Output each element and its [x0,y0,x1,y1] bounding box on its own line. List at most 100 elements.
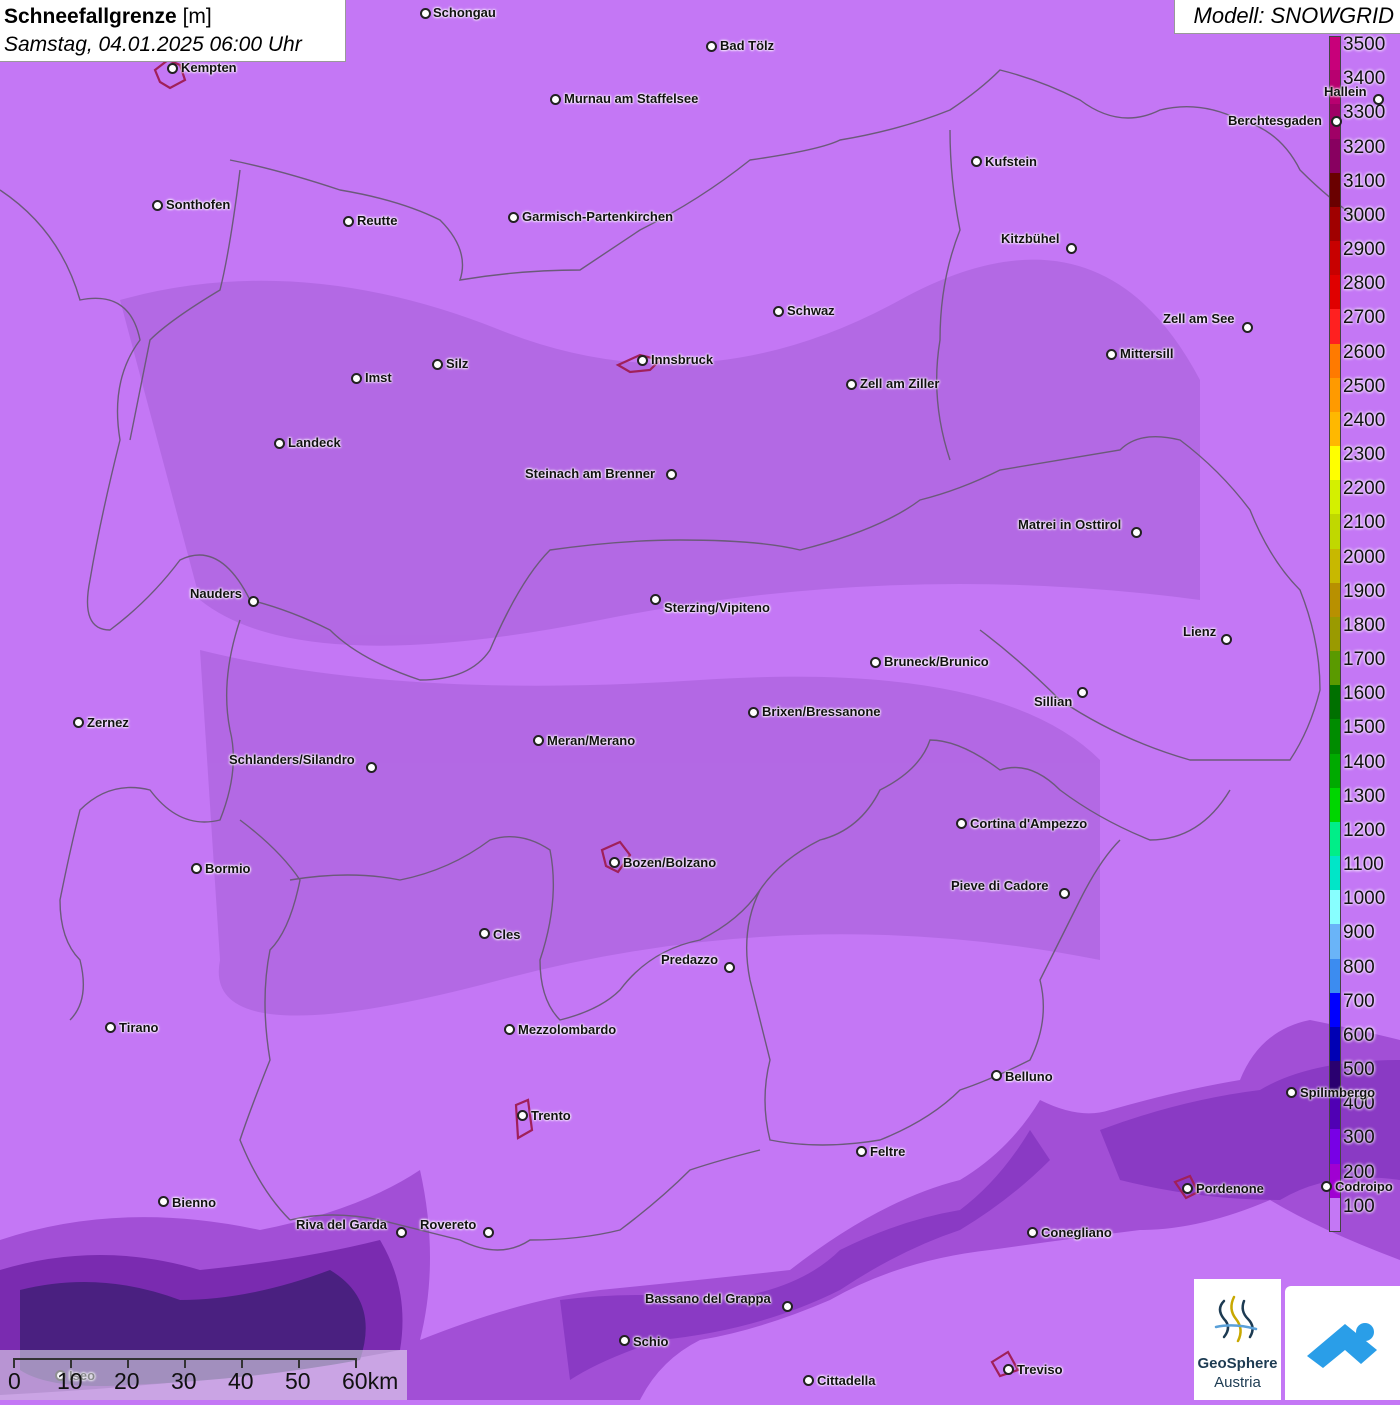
city-dot[interactable] [517,1110,528,1121]
city-label[interactable]: Predazzo [661,952,718,967]
city-label[interactable]: Bormio [205,861,251,876]
city-label[interactable]: Lienz [1183,624,1216,639]
city-dot[interactable] [773,306,784,317]
city-label[interactable]: Sonthofen [166,197,230,212]
city-dot[interactable] [1003,1364,1014,1375]
city-dot[interactable] [73,717,84,728]
city-dot[interactable] [609,857,620,868]
city-label[interactable]: Riva del Garda [296,1217,387,1232]
city-label[interactable]: Zell am See [1163,311,1235,326]
city-dot[interactable] [1221,634,1232,645]
city-label[interactable]: Kempten [181,60,237,75]
city-label[interactable]: Sillian [1034,694,1072,709]
city-label[interactable]: Feltre [870,1144,905,1159]
city-dot[interactable] [856,1146,867,1157]
geosphere-logo[interactable]: GeoSphere Austria [1194,1279,1281,1400]
city-dot[interactable] [1059,888,1070,899]
city-dot[interactable] [1242,322,1253,333]
city-label[interactable]: Trento [531,1108,571,1123]
city-dot[interactable] [533,735,544,746]
city-dot[interactable] [351,373,362,384]
city-label[interactable]: Bozen/Bolzano [623,855,716,870]
city-dot[interactable] [550,94,561,105]
city-label[interactable]: Schlanders/Silandro [229,752,355,767]
city-label[interactable]: Cles [493,927,520,942]
city-label[interactable]: Sterzing/Vipiteno [664,600,770,615]
city-dot[interactable] [803,1375,814,1386]
city-label[interactable]: Kufstein [985,154,1037,169]
city-dot[interactable] [724,962,735,973]
city-label[interactable]: Silz [446,356,468,371]
city-label[interactable]: Mezzolombardo [518,1022,616,1037]
city-label[interactable]: Bassano del Grappa [645,1291,771,1306]
city-label[interactable]: Conegliano [1041,1225,1112,1240]
city-label[interactable]: Zell am Ziller [860,376,939,391]
city-label[interactable]: Schwaz [787,303,835,318]
city-label[interactable]: Pordenone [1196,1181,1264,1196]
city-dot[interactable] [1066,243,1077,254]
city-label[interactable]: Innsbruck [651,352,713,367]
city-dot[interactable] [420,8,431,19]
city-dot[interactable] [1106,349,1117,360]
city-label[interactable]: Berchtesgaden [1228,113,1322,128]
city-dot[interactable] [782,1301,793,1312]
city-dot[interactable] [650,594,661,605]
city-dot[interactable] [1331,116,1342,127]
city-label[interactable]: Reutte [357,213,397,228]
city-label[interactable]: Meran/Merano [547,733,635,748]
city-label[interactable]: Schongau [433,5,496,20]
city-label[interactable]: Hallein [1324,84,1367,99]
city-label[interactable]: Belluno [1005,1069,1053,1084]
city-dot[interactable] [274,438,285,449]
city-label[interactable]: Cortina d'Ampezzo [970,816,1087,831]
city-label[interactable]: Nauders [190,586,242,601]
city-label[interactable]: Bruneck/Brunico [884,654,989,669]
app-logo[interactable] [1285,1286,1400,1400]
city-dot[interactable] [1321,1181,1332,1192]
city-dot[interactable] [1182,1183,1193,1194]
city-label[interactable]: Brixen/Bressanone [762,704,881,719]
city-label[interactable]: Treviso [1017,1362,1063,1377]
city-label[interactable]: Kitzbühel [1001,231,1060,246]
city-dot[interactable] [1373,94,1384,105]
city-dot[interactable] [343,216,354,227]
city-label[interactable]: Imst [365,370,392,385]
city-dot[interactable] [637,355,648,366]
city-label[interactable]: Bienno [172,1195,216,1210]
city-label[interactable]: Cittadella [817,1373,876,1388]
city-dot[interactable] [1077,687,1088,698]
city-label[interactable]: Codroipo [1335,1179,1393,1194]
city-dot[interactable] [1027,1227,1038,1238]
city-label[interactable]: Pieve di Cadore [951,878,1049,893]
city-dot[interactable] [248,596,259,607]
city-label[interactable]: Tirano [119,1020,159,1035]
city-dot[interactable] [971,156,982,167]
city-dot[interactable] [483,1227,494,1238]
city-dot[interactable] [1286,1087,1297,1098]
city-dot[interactable] [167,63,178,74]
city-dot[interactable] [748,707,759,718]
city-label[interactable]: Schio [633,1334,668,1349]
city-dot[interactable] [479,928,490,939]
city-label[interactable]: Murnau am Staffelsee [564,91,698,106]
city-label[interactable]: Mittersill [1120,346,1173,361]
city-dot[interactable] [504,1024,515,1035]
city-dot[interactable] [870,657,881,668]
city-dot[interactable] [366,762,377,773]
city-dot[interactable] [956,818,967,829]
city-dot[interactable] [991,1070,1002,1081]
city-label[interactable]: Landeck [288,435,341,450]
city-dot[interactable] [432,359,443,370]
city-dot[interactable] [152,200,163,211]
city-label[interactable]: Zernez [87,715,129,730]
city-label[interactable]: Bad Tölz [720,38,774,53]
city-dot[interactable] [191,863,202,874]
city-label[interactable]: Rovereto [420,1217,476,1232]
city-dot[interactable] [396,1227,407,1238]
city-dot[interactable] [508,212,519,223]
city-dot[interactable] [158,1196,169,1207]
city-dot[interactable] [706,41,717,52]
city-label[interactable]: Spilimbergo [1300,1085,1375,1100]
city-dot[interactable] [666,469,677,480]
city-label[interactable]: Garmisch-Partenkirchen [522,209,673,224]
